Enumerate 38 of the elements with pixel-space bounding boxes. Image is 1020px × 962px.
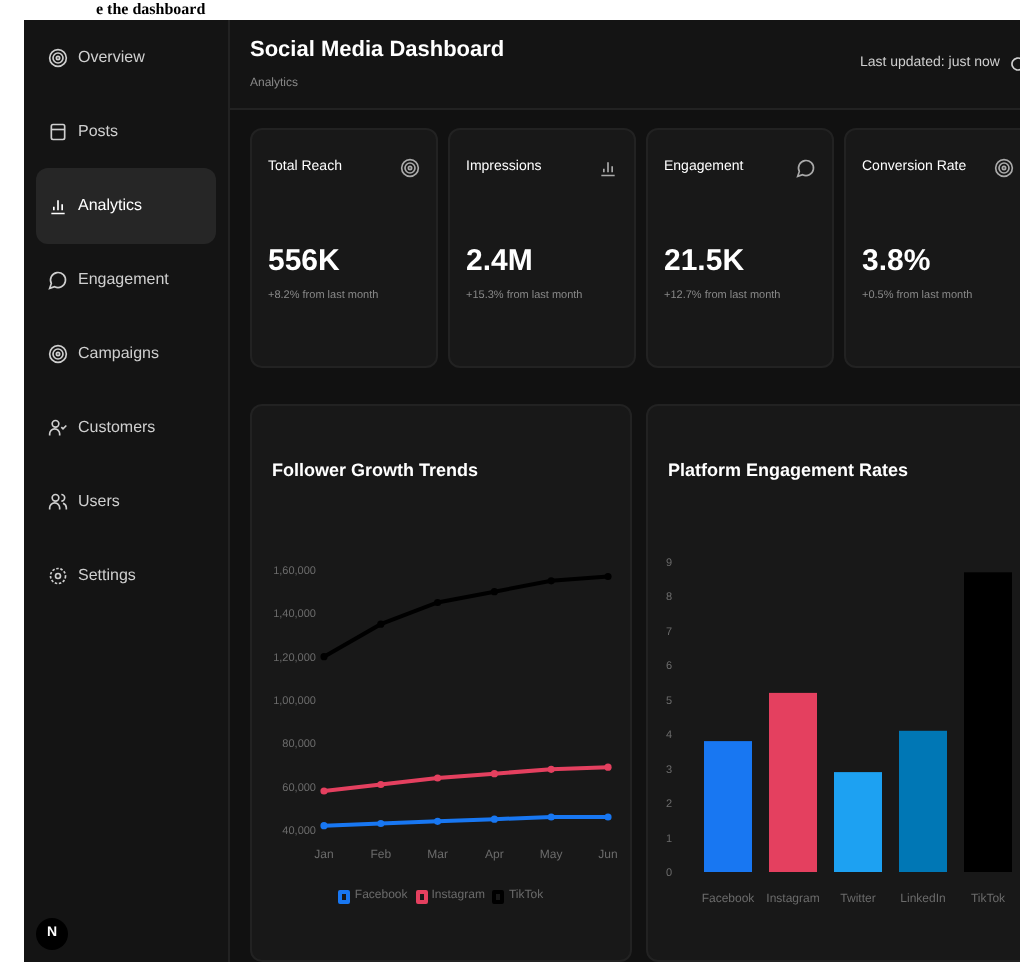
point bbox=[547, 812, 555, 820]
point bbox=[490, 769, 498, 777]
panel-title: Follower Growth Trends bbox=[270, 458, 481, 484]
sidebar-item[interactable]: Engagement bbox=[36, 242, 216, 318]
point bbox=[604, 812, 612, 820]
target-icon bbox=[48, 48, 68, 68]
stat-value: 2.4M bbox=[466, 241, 535, 281]
point bbox=[320, 821, 328, 829]
settings-icon bbox=[48, 566, 68, 586]
sidebar-item[interactable]: Analytics bbox=[36, 168, 216, 244]
point bbox=[547, 764, 555, 772]
page-title: Social Media Dashboard bbox=[250, 36, 505, 67]
message-icon bbox=[48, 270, 68, 290]
bar-chart-icon bbox=[48, 196, 68, 216]
sidebar-item[interactable]: Settings bbox=[36, 538, 216, 614]
sidebar-item[interactable]: Overview bbox=[36, 20, 216, 96]
point bbox=[434, 773, 442, 781]
target-icon bbox=[48, 344, 68, 364]
message-icon bbox=[796, 158, 816, 179]
target-icon bbox=[400, 158, 420, 179]
sidebar-item[interactable]: Users bbox=[36, 464, 216, 540]
panel-title: Platform Engagement Rates bbox=[666, 458, 911, 484]
point bbox=[490, 814, 498, 822]
stat-value: 3.8% bbox=[862, 241, 933, 281]
point bbox=[434, 816, 442, 824]
stat-value: 21.5K bbox=[664, 241, 747, 281]
sidebar-item[interactable]: Posts bbox=[36, 94, 216, 170]
bar-chart-icon bbox=[598, 158, 618, 179]
sidebar-item[interactable]: Customers bbox=[36, 390, 216, 466]
calendar-icon bbox=[48, 122, 68, 142]
stat-value: 556K bbox=[268, 241, 342, 281]
user-icon bbox=[48, 418, 68, 438]
point bbox=[604, 762, 612, 770]
sidebar-item[interactable]: Campaigns bbox=[36, 316, 216, 392]
users-icon bbox=[48, 492, 68, 512]
caption-text: e the dashboard bbox=[96, 0, 206, 20]
target-icon bbox=[994, 158, 1014, 179]
point bbox=[320, 786, 328, 794]
